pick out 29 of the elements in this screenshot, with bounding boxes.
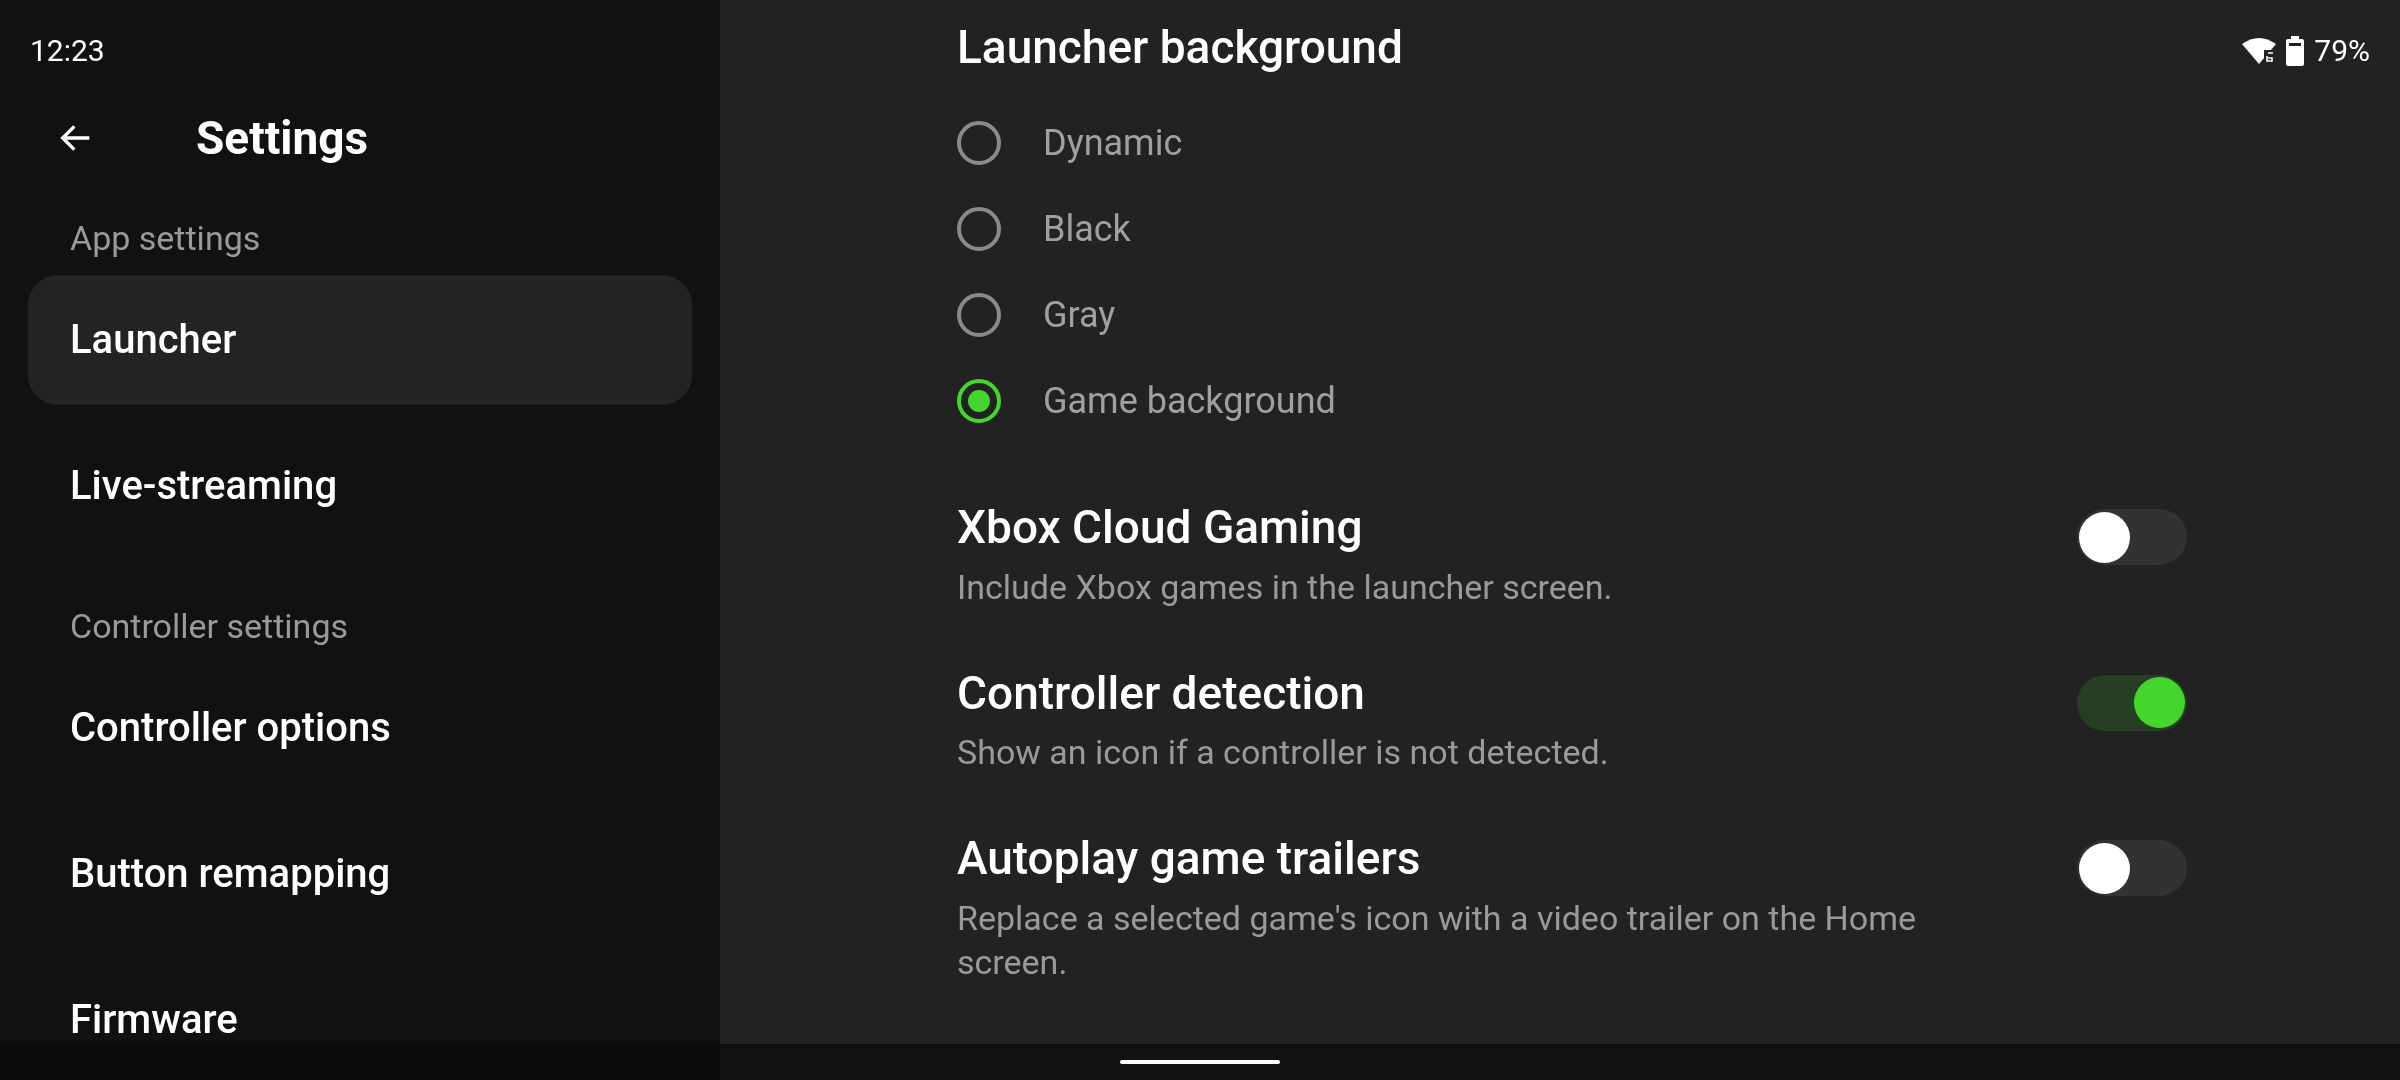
sidebar-item[interactable]: Live-streaming: [28, 421, 692, 551]
sidebar-item[interactable]: Launcher: [28, 275, 692, 405]
section-heading: Controller settings: [70, 609, 349, 643]
radio-label: Game background: [1043, 383, 1336, 419]
radio-button[interactable]: [957, 379, 1001, 423]
radio-button[interactable]: [957, 207, 1001, 251]
toggle-switch[interactable]: [2077, 509, 2187, 565]
sidebar-item[interactable]: Button remapping: [28, 809, 692, 939]
sidebar-item[interactable]: Firmware: [28, 955, 692, 1080]
setting-title: Controller detection: [957, 664, 1365, 722]
setting-title: Autoplay game trailers: [957, 830, 1421, 887]
radio-label: Black: [1043, 211, 1131, 247]
wifi-icon: [2242, 36, 2277, 66]
radio-button[interactable]: [957, 121, 1001, 165]
radio-label: Gray: [1043, 297, 1116, 333]
setting-description: Include Xbox games in the launcher screen.: [957, 565, 1614, 609]
status-time: 12:23: [30, 36, 105, 66]
battery-icon: [2286, 36, 2305, 66]
section-title: Launcher background: [957, 24, 1403, 70]
page-title: Settings: [196, 115, 369, 161]
toggle-switch[interactable]: [2077, 840, 2187, 896]
radio-button[interactable]: [957, 293, 1001, 337]
battery-percentage: 79%: [2314, 36, 2370, 66]
sidebar-item[interactable]: Controller options: [28, 663, 692, 793]
setting-title: Xbox Cloud Gaming: [957, 499, 1363, 556]
radio-label: Dynamic: [1043, 125, 1183, 161]
section-heading: App settings: [70, 221, 261, 255]
setting-description: Show an icon if a controller is not detected.: [957, 731, 1610, 774]
setting-description: Replace a selected game's icon with a video trailer on the Home screen.: [957, 896, 1918, 984]
